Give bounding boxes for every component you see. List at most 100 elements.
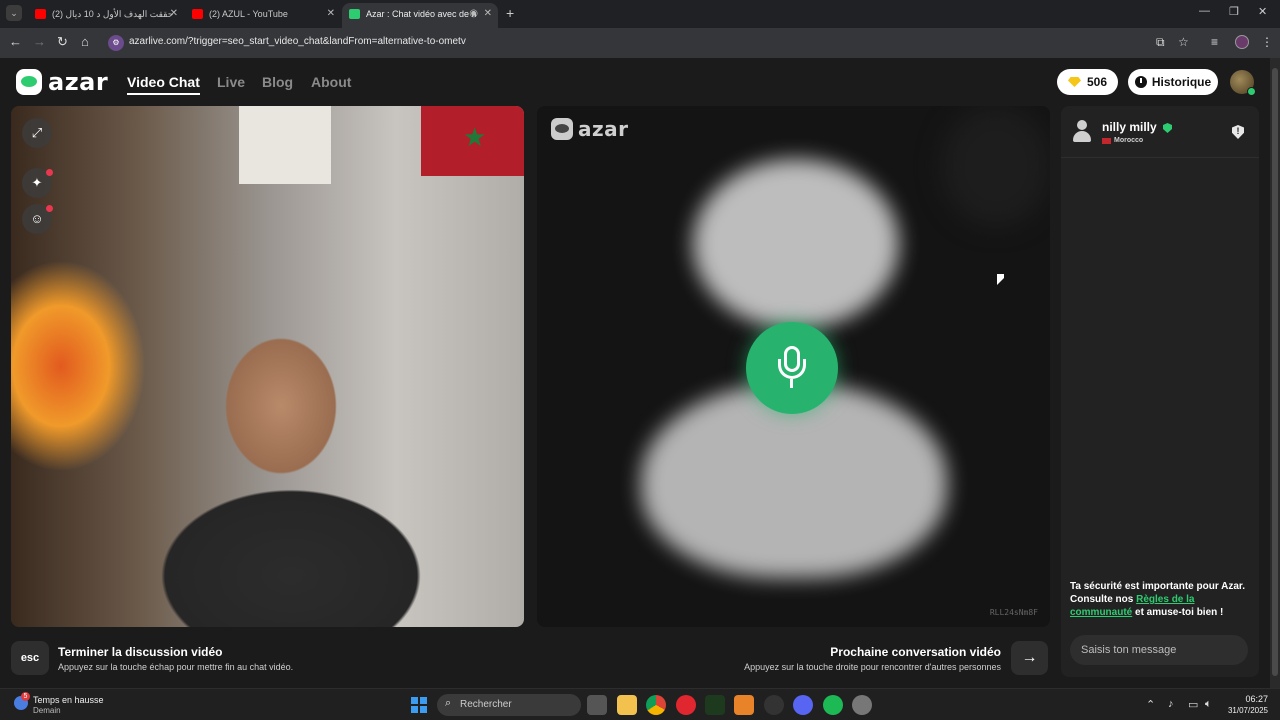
audio-playing-icon[interactable]: ◉	[469, 3, 478, 25]
tab-title: Azar : Chat vidéo avec de n	[366, 9, 477, 19]
pip-toggle-icon[interactable]: ⤢	[22, 118, 52, 148]
message-input[interactable]	[1070, 635, 1248, 665]
taskbar-date[interactable]: 31/07/2025	[1224, 706, 1268, 715]
taskbar-time[interactable]: 06:27	[1236, 694, 1268, 704]
face-filter-icon[interactable]: ☺	[22, 204, 53, 234]
browser-toolbar: ← → ↻ ⌂ ⚙ azarlive.com/?trigger=seo_star…	[0, 28, 1280, 58]
morocco-flag	[421, 106, 524, 176]
next-chat-subtitle: Appuyez sur la touche droite pour rencon…	[744, 662, 1001, 672]
nav-blog[interactable]: Blog	[262, 74, 293, 90]
weather-subtitle: Demain	[33, 706, 61, 715]
safety-notice: Ta sécurité est importante pour Azar. Co…	[1070, 580, 1250, 619]
new-tab-button[interactable]: +	[506, 5, 514, 21]
address-bar[interactable]: ⚙ azarlive.com/?trigger=seo_start_video_…	[104, 31, 1204, 55]
weather-alert-badge: 5	[21, 692, 30, 701]
end-chat-esc-button[interactable]: esc	[11, 641, 49, 675]
restore-icon[interactable]: ❐	[1229, 5, 1239, 18]
history-label: Historique	[1151, 75, 1212, 89]
browser-tab-3[interactable]: Azar : Chat vidéo avec de n ◉ ✕	[342, 3, 498, 28]
effects-sparkle-icon[interactable]: ✦	[22, 168, 53, 198]
volume-icon[interactable]: 🔈︎	[1205, 698, 1212, 711]
gems-button[interactable]: 506	[1057, 69, 1118, 95]
forward-icon[interactable]: →	[33, 34, 46, 49]
clock-icon	[1134, 76, 1147, 88]
browser-tab-1[interactable]: (2) حققت الهدف الأول د 10 ديال ✕	[28, 3, 184, 28]
nav-live[interactable]: Live	[217, 74, 245, 90]
tab-search-button[interactable]: ⌄	[6, 5, 22, 21]
terminal-app-icon[interactable]	[705, 695, 725, 715]
azar-logo-icon	[551, 118, 573, 140]
url-text: azarlive.com/?trigger=seo_start_video_ch…	[129, 36, 466, 47]
logo-text: azar	[48, 68, 109, 96]
report-shield-icon[interactable]: !	[1232, 125, 1244, 139]
close-tab-icon[interactable]: ✕	[327, 3, 335, 25]
next-chat-arrow-button[interactable]: →	[1011, 641, 1048, 675]
partner-country: Morocco	[1102, 137, 1143, 144]
microphone-tray-icon[interactable]: ♪	[1168, 698, 1174, 710]
install-app-icon[interactable]: ⧉	[1156, 35, 1165, 50]
safety-text-end: et amuse-toi bien !	[1132, 607, 1224, 618]
weather-title[interactable]: Temps en hausse	[33, 695, 104, 705]
close-tab-icon[interactable]: ✕	[484, 3, 492, 25]
gems-count: 506	[1086, 75, 1108, 89]
close-tab-icon[interactable]: ✕	[170, 3, 178, 25]
opera-icon[interactable]	[676, 695, 696, 715]
windows-taskbar: 5 Temps en hausse Demain ⌕ Rechercher ⌃ …	[0, 688, 1280, 720]
placeholder-head	[693, 159, 899, 329]
youtube-icon	[35, 9, 46, 19]
discord-icon[interactable]	[793, 695, 813, 715]
session-id: RLL24sNm8F	[989, 608, 1038, 617]
search-icon: ⌕	[445, 697, 452, 709]
azar-logo-icon	[16, 69, 42, 95]
chat-header: nilly milly Morocco !	[1061, 106, 1259, 158]
partner-name[interactable]: nilly milly	[1102, 120, 1157, 134]
reload-icon[interactable]: ↻	[57, 34, 68, 50]
chat-panel: nilly milly Morocco ! Ta sécurité est im…	[1061, 106, 1259, 677]
azar-logo[interactable]: azar	[16, 68, 109, 96]
media-controls-icon[interactable]: ≡	[1211, 35, 1218, 49]
watermark-text: azar	[578, 117, 629, 141]
file-explorer-icon[interactable]	[617, 695, 637, 715]
tab-title: (2) حققت الهدف الأول د 10 ديال	[52, 9, 174, 19]
new-badge-dot	[46, 205, 53, 212]
nav-about[interactable]: About	[311, 74, 351, 90]
partner-avatar-icon[interactable]	[1073, 120, 1091, 142]
page-scrollbar[interactable]	[1270, 58, 1280, 688]
bookmark-star-icon[interactable]: ☆	[1178, 35, 1189, 49]
history-button[interactable]: Historique	[1128, 69, 1218, 95]
menu-icon[interactable]: ⋮	[1261, 35, 1273, 49]
close-window-icon[interactable]: ✕	[1258, 5, 1267, 18]
wall-poster	[239, 106, 331, 184]
youtube-icon	[192, 9, 203, 19]
background-blur	[941, 106, 1050, 226]
partner-video: azar RLL24sNm8F	[537, 106, 1050, 627]
windows-start-icon[interactable]	[411, 697, 427, 713]
home-icon[interactable]: ⌂	[81, 34, 89, 49]
tray-overflow-icon[interactable]: ⌃	[1146, 698, 1155, 711]
browser-tab-2[interactable]: (2) AZUL - YouTube ✕	[185, 3, 341, 28]
obs-icon[interactable]	[764, 695, 784, 715]
end-chat-title: Terminer la discussion vidéo	[58, 645, 223, 659]
taskbar-search[interactable]: ⌕ Rechercher	[437, 694, 581, 716]
scrollbar-thumb[interactable]	[1272, 68, 1278, 676]
spotify-icon[interactable]	[823, 695, 843, 715]
settings-gear-icon[interactable]	[852, 695, 872, 715]
browser-tab-bar: ⌄ (2) حققت الهدف الأول د 10 ديال ✕ (2) A…	[0, 0, 1280, 28]
minimize-icon[interactable]: —	[1199, 5, 1210, 17]
user-avatar[interactable]	[1230, 70, 1256, 96]
microphone-icon[interactable]	[746, 322, 838, 414]
partner-watermark-logo: azar	[551, 117, 629, 141]
search-placeholder: Rechercher	[460, 699, 512, 710]
app-a-icon[interactable]	[734, 695, 754, 715]
back-icon[interactable]: ←	[9, 34, 22, 49]
task-view-icon[interactable]	[587, 695, 607, 715]
nav-video-chat[interactable]: Video Chat	[127, 74, 200, 95]
tab-title: (2) AZUL - YouTube	[209, 9, 288, 19]
chrome-icon[interactable]	[646, 695, 666, 715]
end-chat-subtitle: Appuyez sur la touche échap pour mettre …	[58, 662, 294, 672]
display-icon[interactable]: ▭	[1188, 698, 1198, 711]
azar-favicon-icon	[349, 9, 360, 19]
self-video: ⤢ ✦ ☺	[11, 106, 524, 627]
site-info-icon[interactable]: ⚙	[108, 35, 124, 51]
profile-avatar[interactable]	[1235, 35, 1249, 49]
